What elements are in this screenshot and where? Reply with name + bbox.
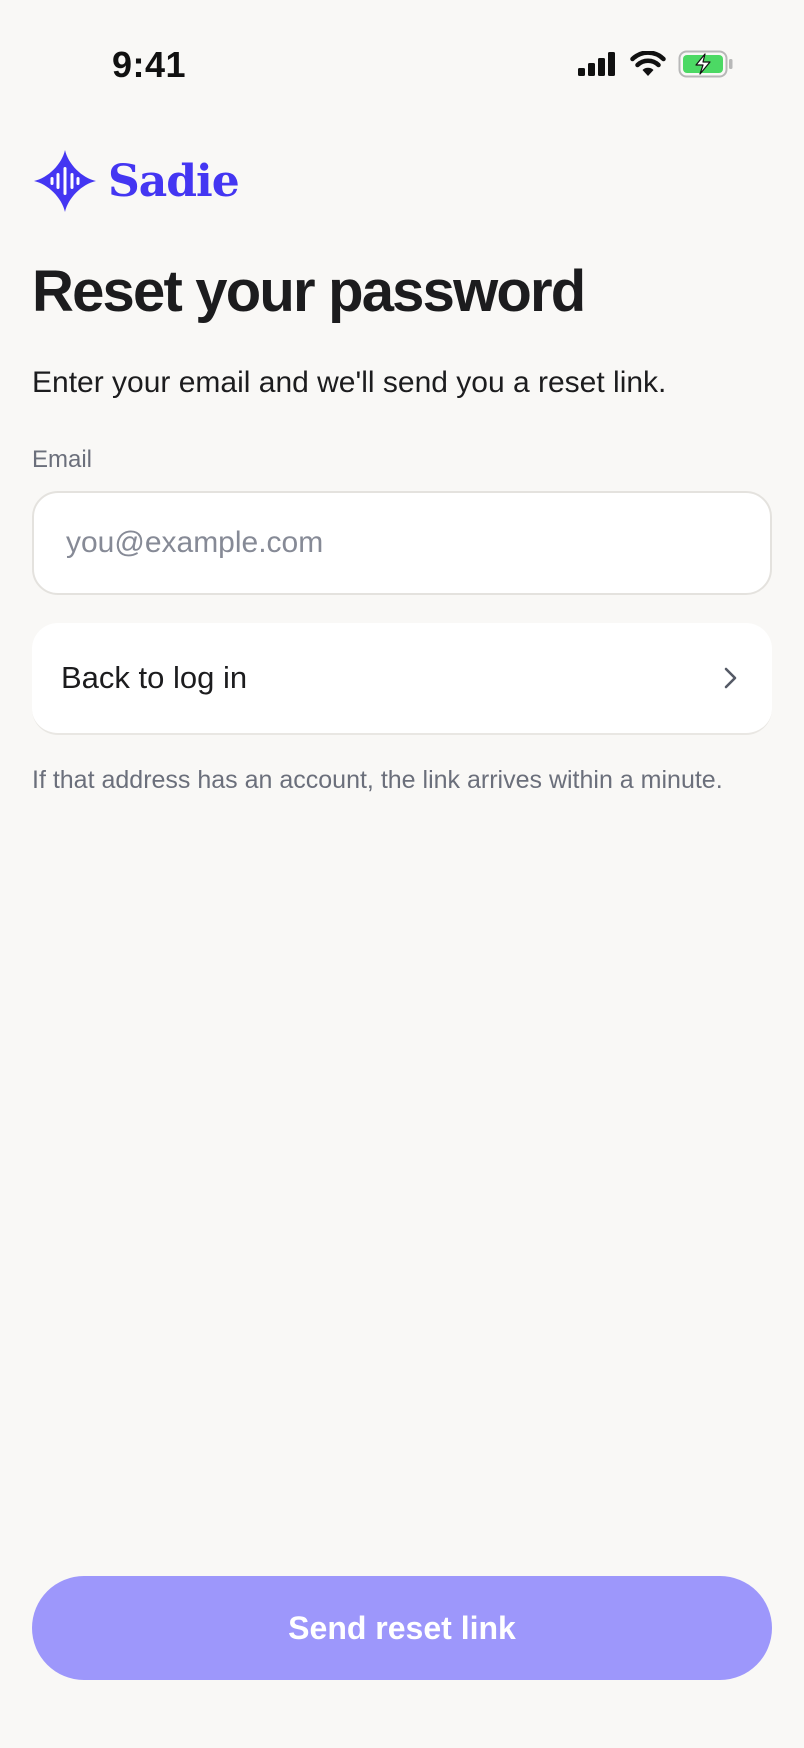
cellular-signal-icon: [578, 52, 618, 81]
email-label: Email: [32, 446, 93, 473]
email-input[interactable]: [32, 491, 772, 595]
wifi-icon: [630, 50, 666, 82]
waveform-diamond-icon: [34, 150, 96, 212]
reset-password-screen: 9:41 Sadie Reset your password Enter you…: [0, 0, 804, 1748]
page-title: Reset your password: [32, 259, 586, 324]
brand-logo: Sadie: [32, 148, 240, 214]
chevron-right-icon: [724, 667, 737, 689]
battery-charging-icon: [678, 50, 734, 83]
page-subtitle: Enter your email and we'll send you a re…: [32, 366, 667, 399]
status-bar: 9:41: [0, 0, 804, 110]
brand-name: Sadie: [108, 155, 240, 207]
back-to-login-row[interactable]: Back to log in: [32, 623, 772, 735]
status-time: 9:41: [112, 44, 187, 85]
helper-text: If that address has an account, the link…: [32, 766, 723, 794]
status-icons: [578, 50, 734, 83]
back-to-login-label: Back to log in: [61, 660, 248, 695]
send-reset-link-button[interactable]: Send reset link: [32, 1576, 772, 1680]
